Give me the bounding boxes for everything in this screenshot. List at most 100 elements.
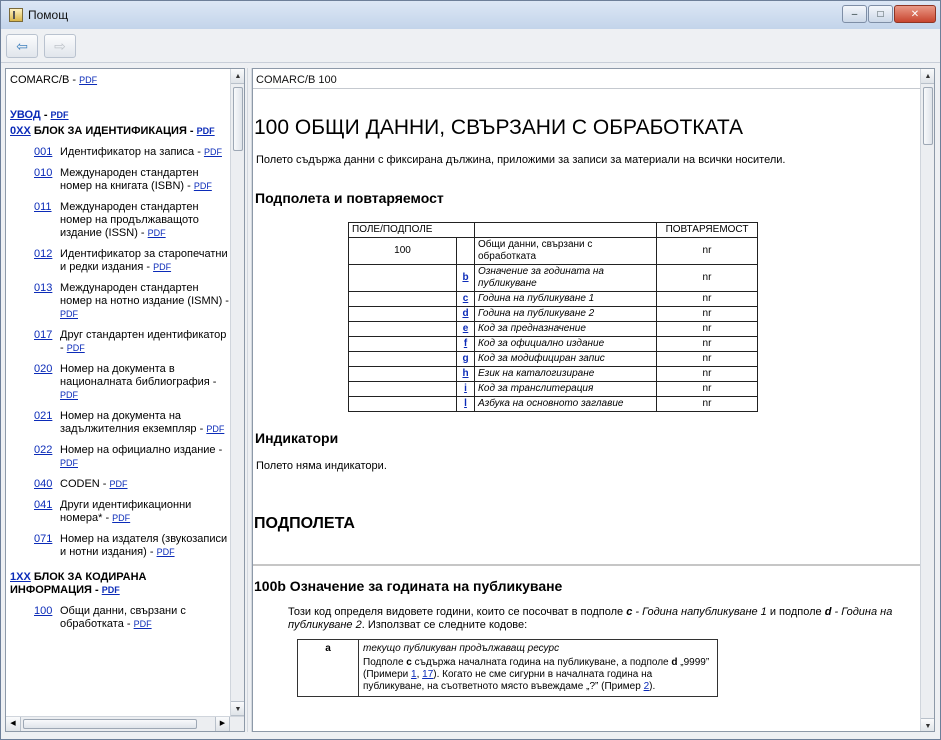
section-0xx-link[interactable]: 0XX [10,125,31,137]
section-1xx-link[interactable]: 1XX [10,571,31,583]
scroll-down-arrow-icon[interactable]: ▼ [231,701,244,716]
list-item: 020 Номер на документа в националната биб… [34,363,217,402]
field-link[interactable]: 041 [34,499,60,525]
pdf-link[interactable]: PDF [60,309,78,319]
scroll-down-arrow-icon[interactable]: ▼ [921,718,934,731]
pdf-link-0xx[interactable]: PDF [197,126,215,136]
table-header-field: ПОЛЕ/ПОДПОЛЕ [348,222,475,238]
pdf-link-header[interactable]: PDF [79,75,97,85]
field-link[interactable]: 022 [34,444,60,470]
section-intro-link[interactable]: УВОД [10,109,41,121]
field-link[interactable]: 100 [34,605,60,631]
field-link[interactable]: 001 [34,146,60,159]
subfield-link[interactable]: e [456,321,475,337]
list-item: 022 Номер на официално издание - PDF [34,444,223,470]
field-link[interactable]: 021 [34,410,60,436]
pdf-link-intro[interactable]: PDF [51,110,69,120]
subfield-b-description: Този код определя видовете години, които… [288,606,893,631]
subfield-link[interactable]: b [456,264,475,292]
table-row: f Код за официално издание nr [348,336,758,352]
list-item: 071 Номер на издателя (звукозаписи и нотн… [34,533,228,559]
contents-vertical-scrollbar[interactable]: ▲ ▼ [230,69,244,716]
section-0xx: 0XX БЛОК ЗА ИДЕНТИФИКАЦИЯ - PDF [10,125,215,137]
table-row: c Година на публикуване 1 nr [348,291,758,307]
contents-pane: COMARC/B - PDF УВОД - PDF 0XX БЛОК ЗА ИД… [5,68,245,732]
forward-button[interactable]: ⇨ [44,34,76,58]
table-row: 100 Общи данни, свързани с обработката n… [348,237,758,265]
code-table: a текущо публикуван продължаващ ресурс П… [297,639,718,697]
title-bar[interactable]: Помощ – □ ✕ [1,1,940,29]
pdf-link[interactable]: PDF [60,458,78,468]
list-item: 001 Идентификатор на записа - PDF [34,146,222,159]
subfield-link[interactable]: l [456,396,475,412]
example-link[interactable]: 17 [422,669,433,680]
pdf-link[interactable]: PDF [134,619,152,629]
field-link[interactable]: 071 [34,533,60,559]
contents-header: COMARC/B - PDF [10,74,98,86]
table-row: e Код за предназначение nr [348,321,758,337]
contents-horizontal-scrollbar[interactable]: ◀ ▶ [6,716,244,731]
scroll-left-arrow-icon[interactable]: ◀ [6,717,21,731]
java-icon [9,8,23,22]
indicators-text: Полето няма индикатори. [256,460,387,472]
table-row: d Година на публикуване 2 nr [348,306,758,322]
list-item: 017 Друг стандартен идентификатор - PDF [34,329,227,355]
minimize-button[interactable]: – [842,5,867,23]
pdf-link[interactable]: PDF [148,228,166,238]
subfield-link[interactable]: g [456,351,475,367]
section-divider [253,564,921,566]
subfield-link[interactable]: c [456,291,475,307]
intro-text: Полето съдържа данни с фиксирана дължина… [256,154,786,166]
section-1xx: 1XX БЛОК ЗА КОДИРАНА ИНФОРМАЦИЯ - PDF [10,571,147,596]
window-title: Помощ [28,8,69,22]
navigation-toolbar: ⇦ ⇨ [1,29,940,63]
pdf-link[interactable]: PDF [194,181,212,191]
subfield-link[interactable]: i [456,381,475,397]
table-row: g Код за модифициран запис nr [348,351,758,367]
pdf-link[interactable]: PDF [153,262,171,272]
pdf-link[interactable]: PDF [206,424,224,434]
subfield-b-heading: 100b Означение за годината на публикуван… [254,578,563,594]
scroll-right-arrow-icon[interactable]: ▶ [215,717,230,731]
maximize-button[interactable]: □ [868,5,893,23]
scroll-thumb[interactable] [233,87,243,151]
field-link[interactable]: 013 [34,282,60,321]
document-vertical-scrollbar[interactable]: ▲ ▼ [920,69,934,731]
pdf-link[interactable]: PDF [157,547,175,557]
list-item: 010 Международен стандартен номер на книг… [34,167,212,193]
pdf-link[interactable]: PDF [110,479,128,489]
scroll-up-arrow-icon[interactable]: ▲ [231,69,244,84]
field-link[interactable]: 011 [34,201,60,240]
close-button[interactable]: ✕ [894,5,936,23]
scroll-up-arrow-icon[interactable]: ▲ [921,69,934,84]
table-row: i Код за транслитерация nr [348,381,758,397]
pdf-link[interactable]: PDF [112,513,130,523]
table-row: a текущо публикуван продължаващ ресурс П… [297,639,718,697]
pdf-link-1xx[interactable]: PDF [102,585,120,595]
field-link[interactable]: 017 [34,329,60,355]
back-button[interactable]: ⇦ [6,34,38,58]
pdf-link[interactable]: PDF [204,147,222,157]
table-header-repeatability: ПОВТАРЯЕМОСТ [656,222,758,238]
indicators-heading: Индикатори [255,430,339,446]
list-item: 013 Международен стандартен номер на нотн… [34,282,229,321]
pdf-link[interactable]: PDF [60,390,78,400]
document-content: COMARC/B 100 100 ОБЩИ ДАННИ, СВЪРЗАНИ С … [253,69,921,731]
list-item: 100 Общи данни, свързани с обработката - … [34,605,186,631]
table-row: b Означение за годината на публикуване nr [348,264,758,292]
field-link[interactable]: 010 [34,167,60,193]
field-link[interactable]: 020 [34,363,60,402]
horizontal-scroll-thumb[interactable] [23,719,197,729]
document-scroll-thumb[interactable] [923,87,933,145]
list-item: 011 Международен стандартен номер на прод… [34,201,199,240]
subfield-link[interactable]: f [456,336,475,352]
list-item: 021 Номер на документа на задължителния е… [34,410,225,436]
subfield-link[interactable]: h [456,366,475,382]
pdf-link[interactable]: PDF [67,343,85,353]
page-title: 100 ОБЩИ ДАННИ, СВЪРЗАНИ С ОБРАБОТКАТА [254,116,744,139]
field-link[interactable]: 012 [34,248,60,274]
subfield-link[interactable]: d [456,306,475,322]
list-item: 040 CODEN - PDF [34,478,128,491]
subfields-table: ПОЛЕ/ПОДПОЛЕ ПОВТАРЯЕМОСТ 100 Общи данни… [348,222,758,412]
field-link[interactable]: 040 [34,478,60,491]
